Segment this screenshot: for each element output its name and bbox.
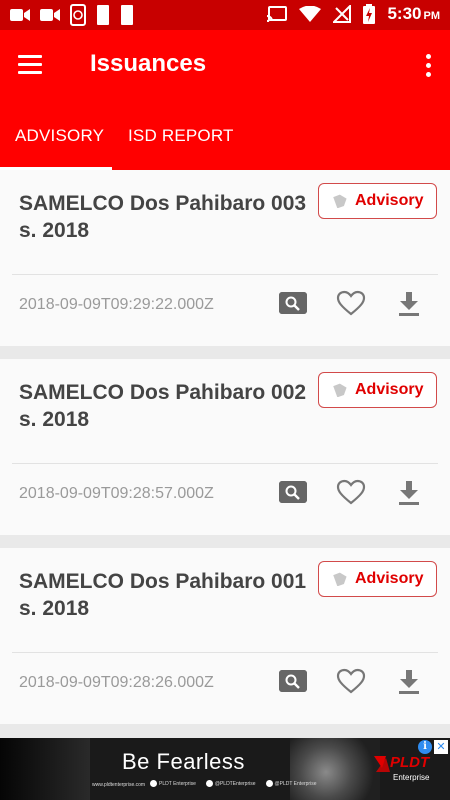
ad-image-left (0, 738, 90, 800)
item-title: SAMELCO Dos Pahibaro 002 s. 2018 (19, 381, 307, 431)
ad-social-links: PLDT Enterprise @PLDTEnterprise @PLDT En… (150, 780, 316, 787)
no-signal-icon (333, 5, 352, 23)
list-item[interactable]: SAMELCO Dos Pahibaro 003 s. 2018 Advisor… (0, 170, 450, 346)
badge-label: Advisory (355, 192, 424, 209)
ad-logo-text: PLDT (390, 754, 430, 771)
status-bar: 5:30 PM (0, 0, 450, 30)
sim-icon (121, 5, 133, 25)
divider (12, 652, 438, 653)
tag-icon (333, 194, 347, 208)
list-item[interactable]: SAMELCO Dos Pahibaro 001 s. 2018 Advisor… (0, 548, 450, 724)
advisory-badge: Advisory (318, 183, 437, 219)
cast-icon (267, 6, 288, 22)
ad-tiger-image (290, 738, 380, 800)
advisory-badge: Advisory (318, 561, 437, 597)
ad-close-icon[interactable]: ✕ (434, 740, 448, 754)
item-title: SAMELCO Dos Pahibaro 001 s. 2018 (19, 570, 307, 620)
page-title: Issuances (90, 50, 207, 77)
search-icon[interactable] (279, 670, 307, 692)
video-icon (10, 9, 30, 21)
twitter-icon: @PLDTEnterprise (205, 780, 256, 787)
clock: 5:30 PM (387, 4, 440, 23)
instagram-icon: @PLDT Enterprise (265, 780, 316, 787)
tag-icon (333, 383, 347, 397)
ad-info-icon[interactable]: i (418, 740, 432, 754)
battery-charging-icon (363, 4, 376, 24)
ad-logo-sub: Enterprise (393, 773, 430, 782)
download-icon[interactable] (398, 669, 420, 695)
app-bar: Issuances ADVISORY ISD REPORT (0, 30, 450, 170)
divider (12, 274, 438, 275)
item-title: SAMELCO Dos Pahibaro 003 s. 2018 (19, 192, 307, 242)
item-timestamp: 2018-09-09T09:29:22.000Z (19, 296, 214, 313)
system-icons: 5:30 PM (267, 4, 440, 24)
list-item[interactable]: SAMELCO Dos Pahibaro 002 s. 2018 Advisor… (0, 359, 450, 535)
badge-label: Advisory (355, 570, 424, 587)
wifi-icon (299, 6, 322, 22)
search-icon[interactable] (279, 292, 307, 314)
download-icon[interactable] (398, 480, 420, 506)
ad-banner[interactable]: Be Fearless www.pldtenterprise.com PLDT … (0, 738, 450, 800)
heart-icon[interactable] (336, 290, 366, 316)
ad-url: www.pldtenterprise.com (92, 782, 146, 788)
sim-icon (97, 5, 109, 25)
item-timestamp: 2018-09-09T09:28:57.000Z (19, 485, 214, 502)
download-icon[interactable] (398, 291, 420, 317)
phone-sync-icon (70, 4, 86, 26)
heart-icon[interactable] (336, 668, 366, 694)
tab-isd-report[interactable]: ISD REPORT (128, 126, 234, 146)
tab-advisory[interactable]: ADVISORY (15, 126, 104, 146)
item-timestamp: 2018-09-09T09:28:26.000Z (19, 674, 214, 691)
ad-headline: Be Fearless (122, 749, 245, 774)
divider (12, 463, 438, 464)
tag-icon (333, 572, 347, 586)
video-icon (40, 9, 60, 21)
menu-icon[interactable] (18, 50, 52, 78)
advisory-badge: Advisory (318, 372, 437, 408)
badge-label: Advisory (355, 381, 424, 398)
heart-icon[interactable] (336, 479, 366, 505)
facebook-icon: PLDT Enterprise (150, 780, 196, 787)
search-icon[interactable] (279, 481, 307, 503)
more-vert-icon[interactable] (420, 52, 436, 78)
notification-icons (10, 4, 134, 26)
